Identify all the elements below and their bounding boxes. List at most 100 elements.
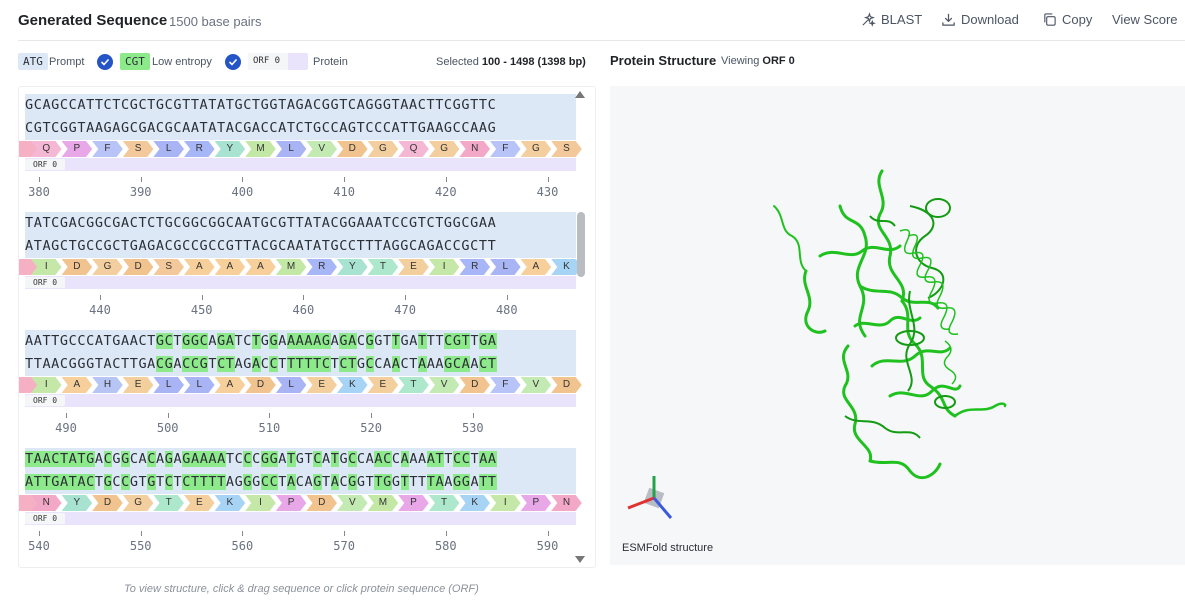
amino-acid[interactable]: N [459,141,490,157]
amino-acid[interactable]: R [184,141,215,157]
amino-acid[interactable]: I [490,495,521,511]
copy-button[interactable]: Copy [1042,12,1092,27]
protein-translation-row[interactable]: QPFSLRYMLVDGQGNFGS [19,141,582,157]
orf-label[interactable]: ORF 0 [25,395,66,406]
amino-acid[interactable]: P [398,495,429,511]
amino-acid[interactable]: D [122,259,154,275]
amino-acid[interactable]: N [551,495,582,511]
protein-translation-row[interactable]: IDGDSAAAMRYTEIRLAK [19,259,582,275]
dna-reverse-strand[interactable]: CGTCGGTAAGAGCGACGCAATATACGACCATCTGCCAGTC… [25,117,576,140]
download-button[interactable]: Download [941,12,1019,27]
amino-acid[interactable]: V [337,495,368,511]
protein-translation-row[interactable]: NYDGTEKIPDVMPTKIPN [19,495,582,511]
amino-acid[interactable]: R [306,259,337,275]
amino-acid[interactable]: Y [61,495,93,511]
scroll-up-arrow[interactable] [575,91,585,98]
amino-acid[interactable]: L [153,141,184,157]
amino-acid[interactable]: H [92,377,123,393]
amino-acid[interactable]: K [214,495,246,511]
dna-reverse-strand[interactable]: TTAACGGGTACTTGACGACCGTCTAGACCTTTTTCTCTGC… [25,353,576,376]
amino-acid[interactable]: E [122,377,154,393]
amino-acid[interactable]: T [428,495,460,511]
amino-acid[interactable]: T [153,495,184,511]
amino-acid[interactable]: E [306,377,337,393]
amino-acid[interactable]: S [551,141,582,157]
dna-reverse-strand[interactable]: ATTGATACTGCCGTGTCTCTTTTAGGGCCTACAGTACGGT… [25,471,576,494]
amino-acid[interactable]: G [92,259,123,275]
amino-acid[interactable]: L [490,259,521,275]
amino-acid[interactable]: P [520,495,552,511]
amino-acid[interactable]: Y [214,141,246,157]
orf-track[interactable]: ORF 0 [25,158,576,171]
amino-acid[interactable]: F [490,141,521,157]
amino-acid[interactable]: L [153,377,184,393]
amino-acid[interactable]: I [245,495,276,511]
amino-acid[interactable]: R [459,259,490,275]
amino-acid[interactable]: D [245,377,276,393]
amino-acid[interactable]: V [520,377,552,393]
amino-acid[interactable]: D [337,141,368,157]
amino-acid[interactable]: Q [398,141,429,157]
amino-acid[interactable]: P [275,495,307,511]
amino-acid[interactable]: G [122,495,154,511]
amino-acid[interactable]: K [459,495,490,511]
dna-reverse-strand[interactable]: ATAGCTGCCGCTGAGACGCCGCCGTTACGCAATATGCCTT… [25,235,576,258]
view-score-button[interactable]: View Score [1112,12,1178,27]
amino-acid[interactable]: F [490,377,521,393]
sequence-block[interactable]: GCAGCCATTCTCGCTGCGTTATATGCTGGTAGACGGTCAG… [19,94,582,199]
amino-acid[interactable]: M [245,141,276,157]
dna-forward-strand[interactable]: TATCGACGGCGACTCTGCGGCGGCAATGCGTTATACGGAA… [25,212,576,235]
amino-acid[interactable]: M [367,495,399,511]
scrollbar-thumb[interactable] [577,212,585,277]
amino-acid[interactable]: A [245,259,276,275]
sequence-block[interactable]: TAACTATGACGGCACAGAGAAAATCCCGGATGTCATGCCA… [19,448,582,553]
amino-acid[interactable]: F [92,141,123,157]
amino-acid[interactable]: D [92,495,123,511]
orf-label[interactable]: ORF 0 [25,513,66,524]
amino-acid[interactable]: D [459,377,490,393]
low-entropy-toggle[interactable] [225,54,241,70]
orf-track[interactable]: ORF 0 [25,512,576,525]
dna-forward-strand[interactable]: GCAGCCATTCTCGCTGCGTTATATGCTGGTAGACGGTCAG… [25,94,576,117]
sequence-block[interactable]: TATCGACGGCGACTCTGCGGCGGCAATGCGTTATACGGAA… [19,212,582,317]
protein-structure-render[interactable] [610,86,1185,565]
amino-acid[interactable]: L [275,377,307,393]
amino-acid[interactable]: I [428,259,460,275]
amino-acid[interactable]: G [367,141,399,157]
sequence-block[interactable]: AATTGCCCATGAACTGCTGGCAGATCTGGAAAAAGAGACG… [19,330,582,435]
orf-track[interactable]: ORF 0 [25,394,576,407]
amino-acid[interactable]: E [367,377,399,393]
amino-acid[interactable]: K [337,377,368,393]
dna-forward-strand[interactable]: AATTGCCCATGAACTGCTGGCAGATCTGGAAAAAGAGACG… [25,330,576,353]
orf-label[interactable]: ORF 0 [25,159,66,170]
orf-track[interactable]: ORF 0 [25,276,576,289]
amino-acid[interactable]: G [520,141,552,157]
amino-acid[interactable]: D [61,259,93,275]
structure-viewer[interactable] [610,86,1185,565]
blast-button[interactable]: BLAST [861,12,922,27]
amino-acid[interactable]: D [551,377,582,393]
amino-acid[interactable]: A [214,377,246,393]
amino-acid[interactable]: L [184,377,215,393]
amino-acid[interactable]: A [520,259,552,275]
protein-translation-row[interactable]: IAHELLADLEKETVDFVD [19,377,582,393]
sequence-viewer[interactable]: GCAGCCATTCTCGCTGCGTTATATGCTGGTAGACGGTCAG… [18,86,596,568]
amino-acid[interactable]: P [61,141,93,157]
amino-acid[interactable]: T [367,259,399,275]
amino-acid[interactable]: Y [337,259,368,275]
amino-acid[interactable]: A [61,377,93,393]
amino-acid[interactable]: D [306,495,337,511]
amino-acid[interactable]: V [428,377,460,393]
amino-acid[interactable]: V [306,141,337,157]
amino-acid[interactable]: L [275,141,307,157]
orf-label[interactable]: ORF 0 [25,277,66,288]
amino-acid[interactable]: S [122,141,154,157]
prompt-toggle[interactable] [97,54,113,70]
amino-acid[interactable]: A [184,259,215,275]
amino-acid[interactable]: A [214,259,246,275]
amino-acid[interactable]: E [398,259,429,275]
amino-acid[interactable]: E [184,495,215,511]
scroll-down-arrow[interactable] [575,556,585,563]
amino-acid[interactable]: T [398,377,429,393]
dna-forward-strand[interactable]: TAACTATGACGGCACAGAGAAAATCCCGGATGTCATGCCA… [25,448,576,471]
